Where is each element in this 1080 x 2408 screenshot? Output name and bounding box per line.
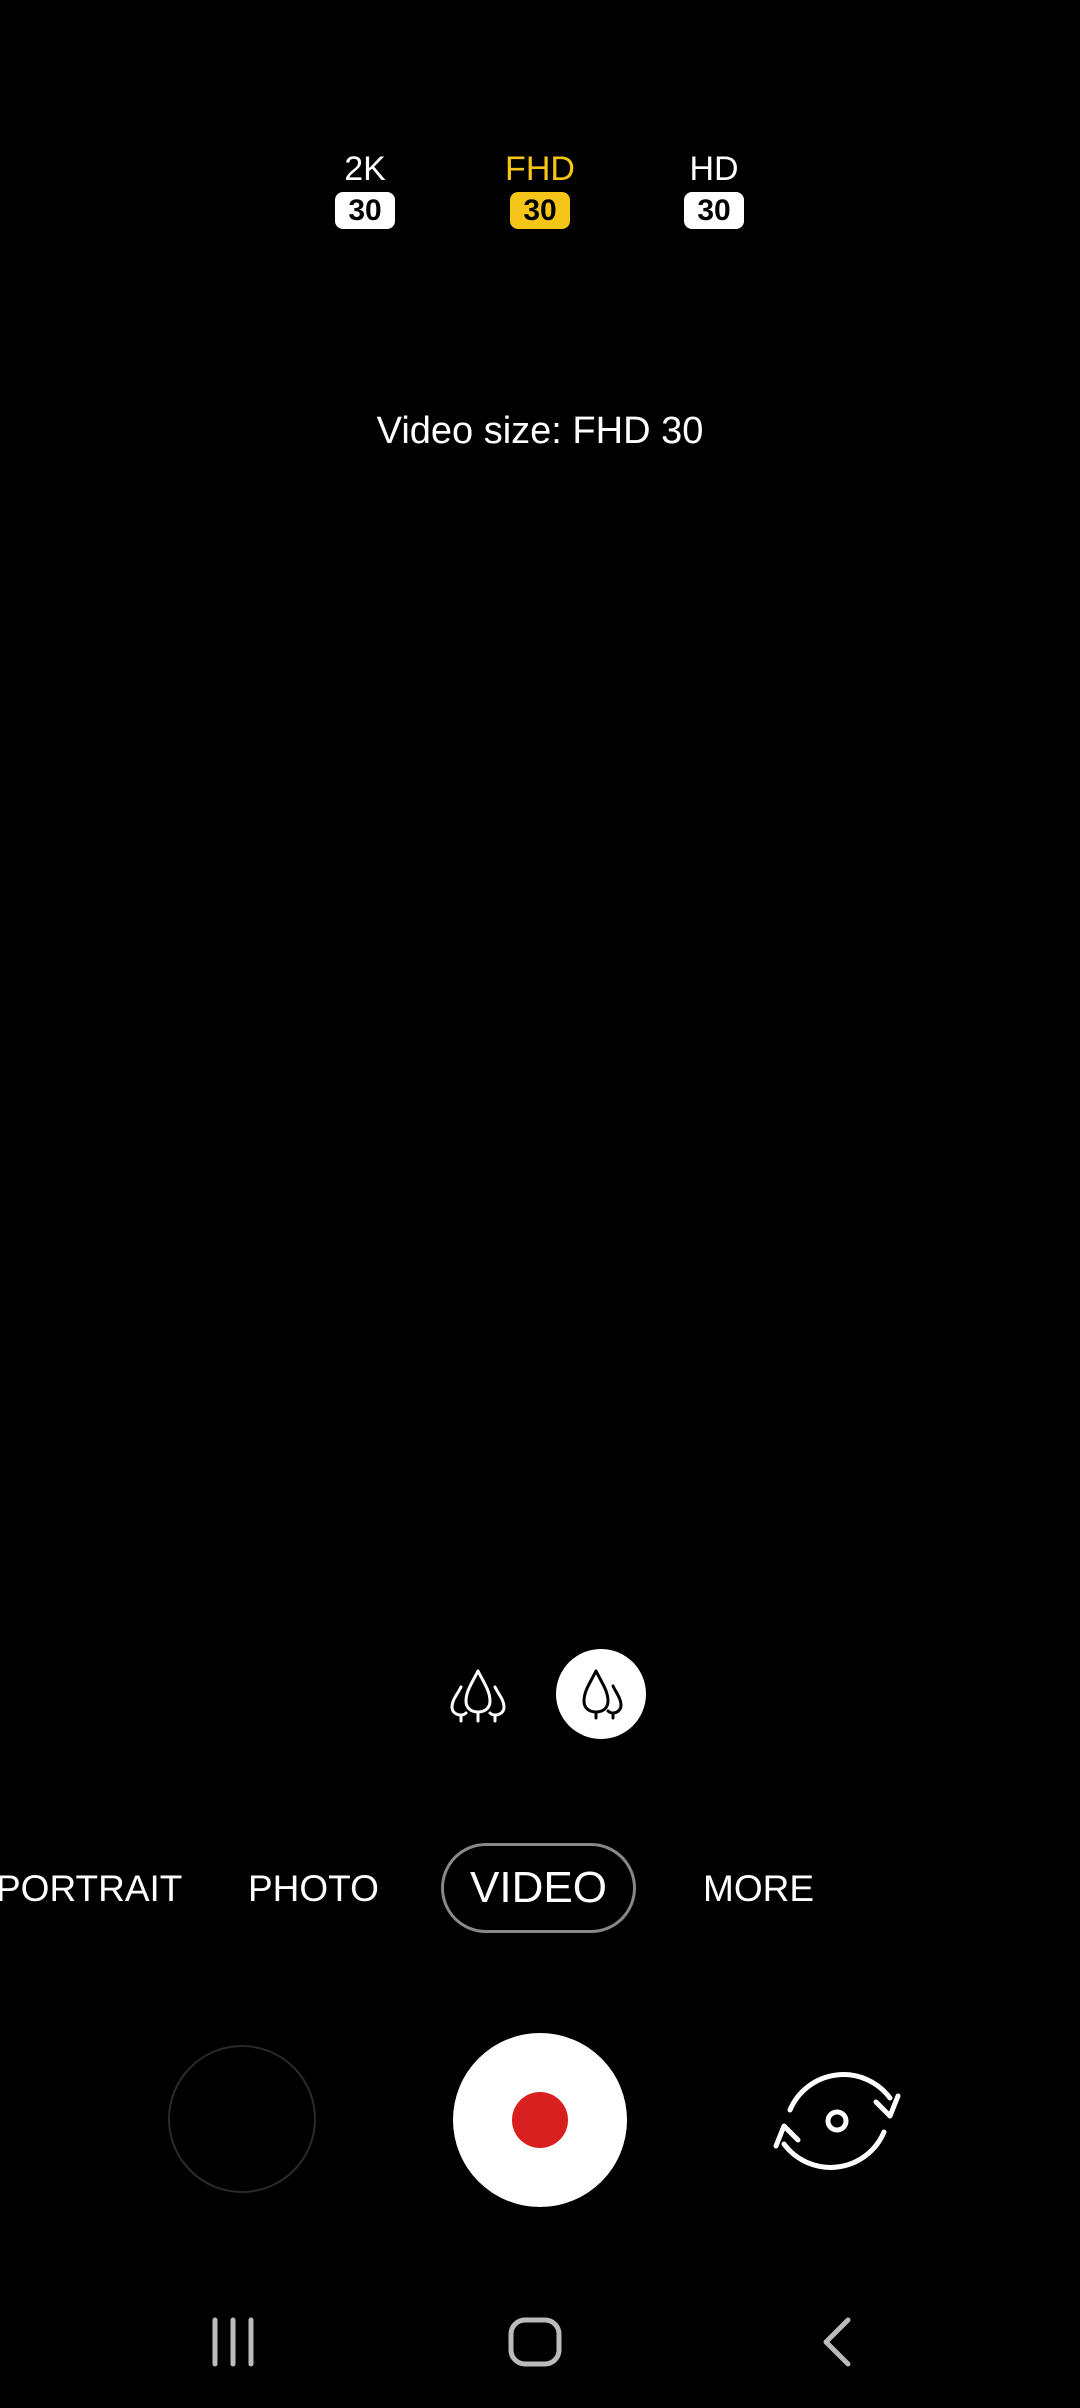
mode-more[interactable]: MORE (703, 1864, 814, 1914)
recent-apps-icon[interactable] (203, 2312, 263, 2372)
resolution-option-fhd[interactable]: FHD 30 (465, 150, 615, 229)
back-icon[interactable] (808, 2312, 868, 2372)
record-icon (512, 2092, 568, 2148)
resolution-label: HD (689, 150, 739, 188)
resolution-label: FHD (505, 150, 575, 188)
mode-photo[interactable]: PHOTO (248, 1864, 379, 1914)
fps-badge: 30 (684, 192, 744, 229)
record-button[interactable] (453, 2033, 627, 2207)
resolution-option-hd[interactable]: HD 30 (639, 150, 789, 229)
video-size-toast: Video size: FHD 30 (376, 410, 704, 452)
fps-badge: 30 (510, 192, 570, 229)
mode-portrait[interactable]: PORTRAIT (0, 1864, 182, 1914)
mode-video[interactable]: VIDEO (441, 1843, 636, 1933)
resolution-option-2k[interactable]: 2K 30 (290, 150, 440, 229)
trees-wide-icon[interactable] (448, 1667, 508, 1723)
switch-camera-icon[interactable] (764, 2058, 910, 2184)
home-icon[interactable] (505, 2312, 565, 2372)
resolution-label: 2K (344, 150, 386, 188)
gallery-thumbnail[interactable] (168, 2045, 316, 2193)
trees-normal-icon[interactable] (556, 1649, 646, 1739)
fps-badge: 30 (335, 192, 395, 229)
